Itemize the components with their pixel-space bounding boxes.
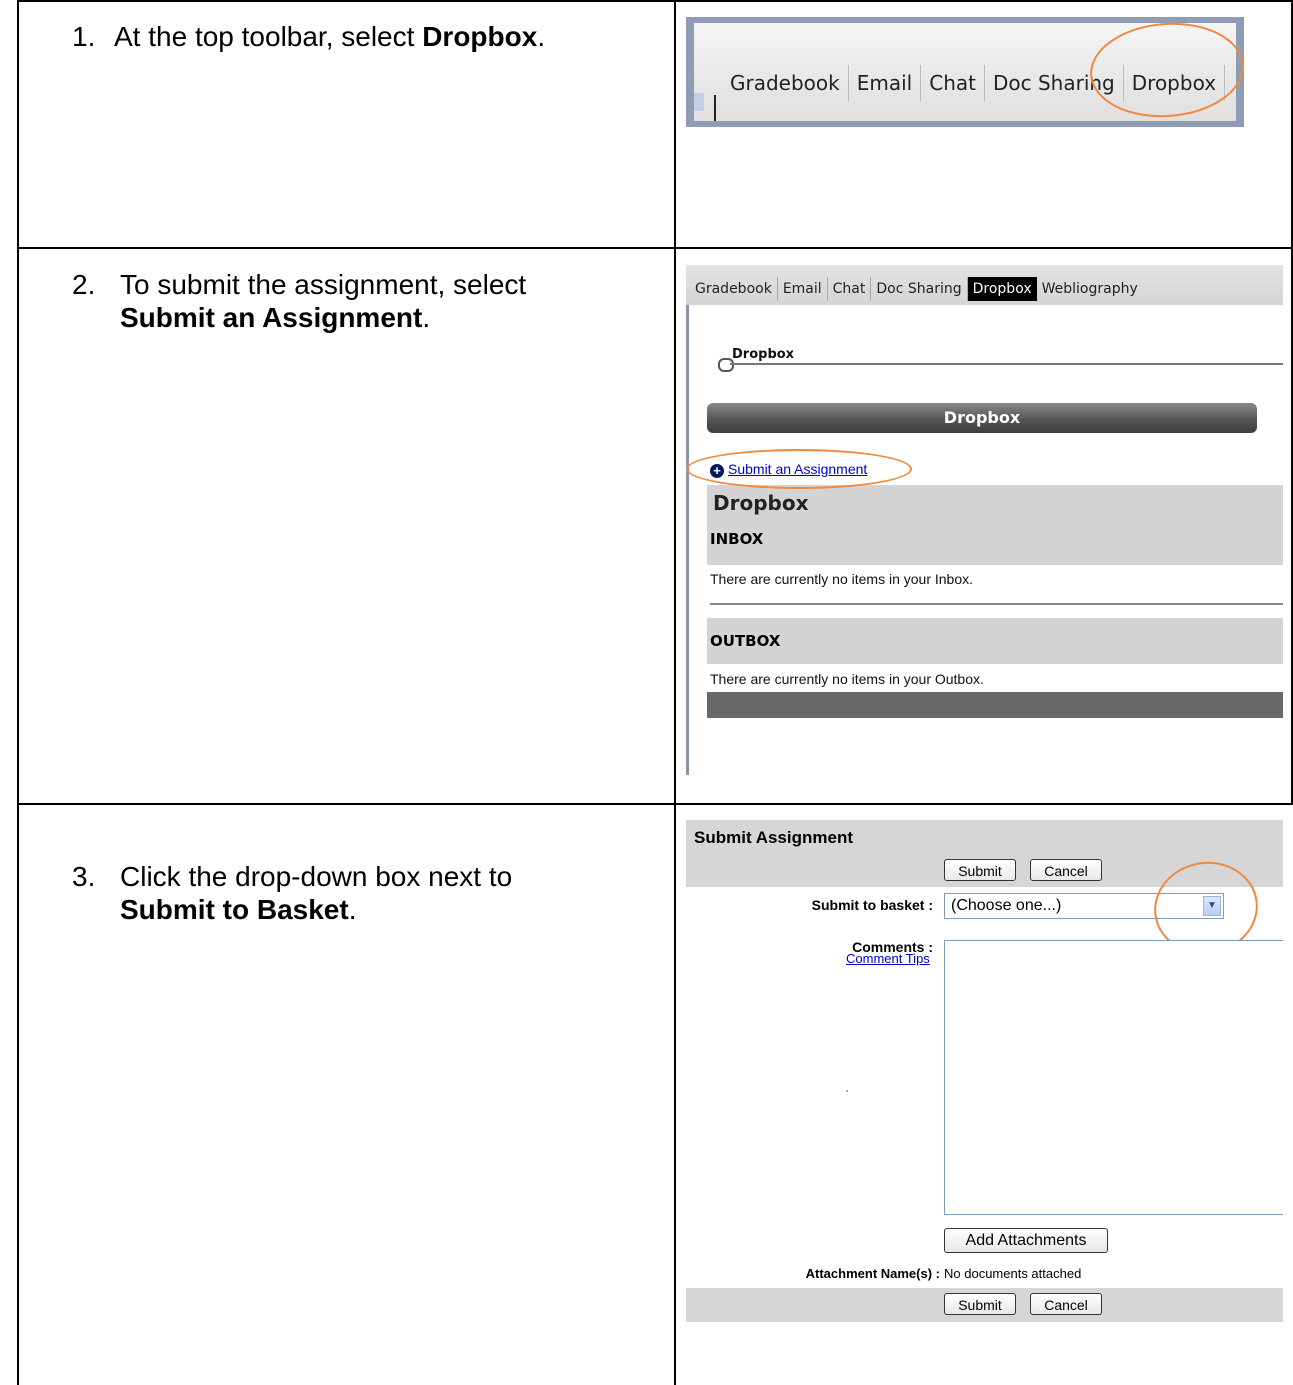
- tab-email[interactable]: Email: [778, 277, 828, 301]
- tab-email[interactable]: Email: [849, 65, 922, 101]
- table-top-border: [17, 0, 1293, 2]
- step-number: 3.: [72, 861, 96, 892]
- step-bold-term: Dropbox: [422, 21, 538, 52]
- table-left-border: [17, 0, 19, 1385]
- table-row-divider-2: [17, 803, 1293, 805]
- cancel-button-bottom[interactable]: Cancel: [1030, 1293, 1102, 1315]
- screenshot-dropbox-page: Gradebook Email Chat Doc Sharing Dropbox…: [686, 265, 1283, 775]
- step-text: At the top toolbar, select: [114, 21, 423, 52]
- step-text: Click the drop-down box next to: [120, 861, 513, 892]
- outbox-empty-text: There are currently no items in your Out…: [710, 671, 984, 687]
- comment-tips-link[interactable]: Comment Tips: [846, 951, 930, 966]
- table-row-divider-1: [17, 247, 1293, 249]
- tab-webliography[interactable]: Webliography: [1037, 277, 1143, 301]
- tab-chat[interactable]: Chat: [921, 65, 985, 101]
- breadcrumb: Dropbox: [732, 347, 795, 362]
- basket-label: Submit to basket :: [811, 897, 933, 913]
- tab-doc-sharing[interactable]: Doc Sharing: [871, 277, 968, 301]
- tab-chat[interactable]: Chat: [828, 277, 872, 301]
- inbox-empty-text: There are currently no items in your Inb…: [710, 571, 974, 587]
- step-bold-term: Submit to Basket: [120, 894, 349, 925]
- step-number: 2.: [72, 269, 96, 300]
- screenshot-toolbar: Gradebook Email Chat Doc Sharing Dropbox: [686, 17, 1248, 127]
- tab-gradebook[interactable]: Gradebook: [690, 277, 778, 301]
- step-bold-term: Submit an Assignment: [120, 302, 423, 333]
- outbox-heading: OUTBOX: [707, 618, 1283, 664]
- inbox-heading: INBOX: [707, 521, 1283, 565]
- page-banner: Dropbox: [707, 403, 1257, 433]
- section-title: Dropbox: [707, 485, 1283, 521]
- tab-dropbox[interactable]: Dropbox: [967, 277, 1037, 301]
- screenshot-submit-form: Submit Assignment Submit Cancel Submit t…: [686, 820, 1283, 1322]
- comments-textarea[interactable]: [944, 940, 1283, 1215]
- cancel-button[interactable]: Cancel: [1030, 859, 1102, 881]
- submit-button[interactable]: Submit: [944, 859, 1016, 881]
- add-attachments-button[interactable]: Add Attachments: [944, 1228, 1108, 1253]
- submit-button-bottom[interactable]: Submit: [944, 1293, 1016, 1315]
- step-number: 1.: [72, 21, 96, 52]
- basket-select-value: (Choose one...): [951, 897, 1062, 914]
- form-title: Submit Assignment: [694, 828, 853, 847]
- step-text: To submit the assignment, select: [120, 269, 527, 300]
- text-cursor: [714, 95, 716, 121]
- attachment-value: No documents attached: [944, 1266, 1082, 1281]
- footer-bar: [707, 692, 1283, 718]
- tab-gradebook[interactable]: Gradebook: [722, 65, 849, 101]
- attachment-label: Attachment Name(s) :: [805, 1266, 940, 1281]
- highlight-circle: [686, 449, 912, 489]
- table-divider: [674, 0, 676, 1385]
- tab-bar: Gradebook Email Chat Doc Sharing Dropbox…: [686, 265, 1283, 305]
